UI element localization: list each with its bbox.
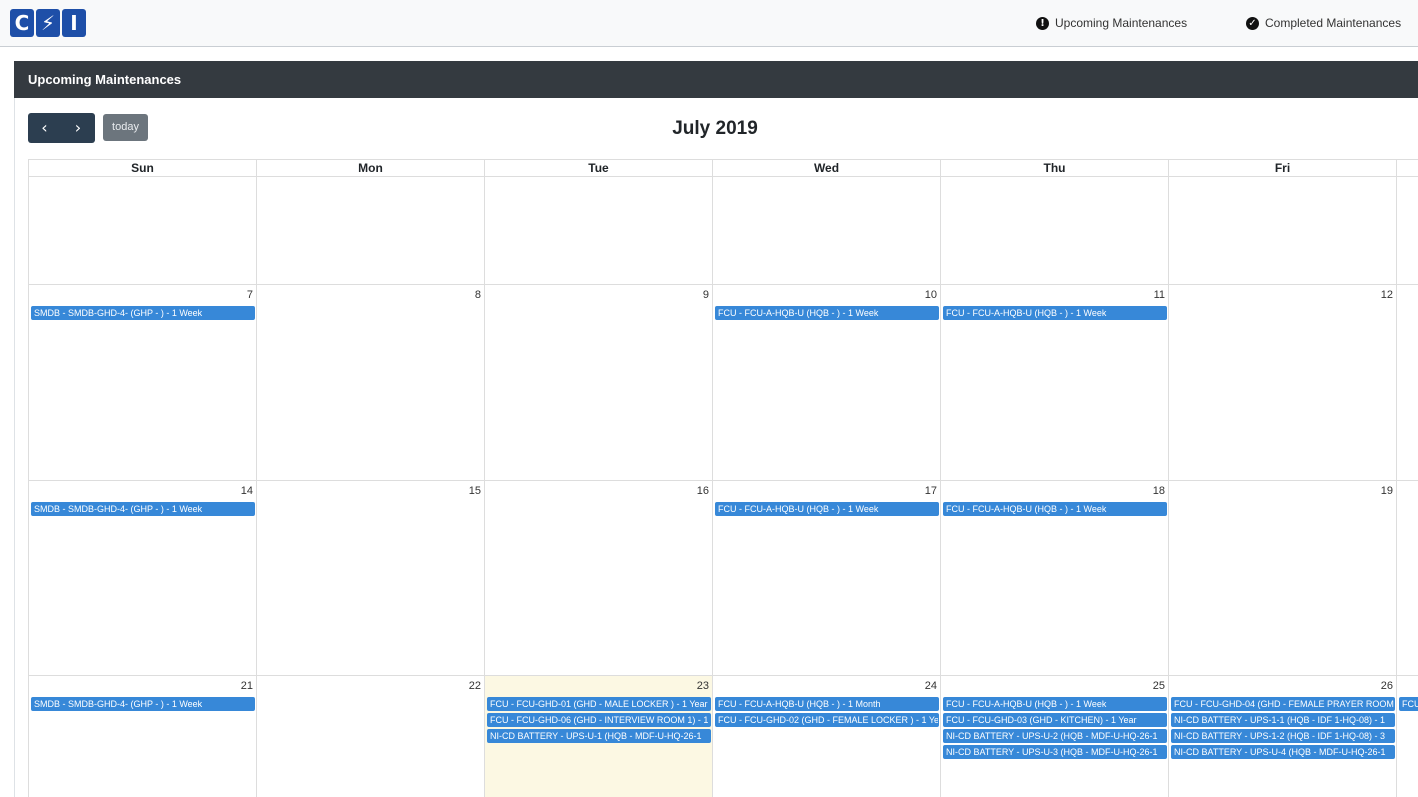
day-cell[interactable]	[28, 177, 256, 285]
day-number[interactable]: 8	[475, 289, 481, 301]
day-cell[interactable]: 15	[256, 481, 484, 676]
day-cell[interactable]: 26 FCU - FCU-GHD-04 (GHD - FEMALE PRAYER …	[1168, 676, 1396, 797]
calendar-title: July 2019	[672, 118, 758, 139]
panel-title: Upcoming Maintenances	[14, 61, 1418, 98]
app-logo[interactable]: C ⚡ I	[10, 9, 86, 39]
week-row: 14 SMDB - SMDB-GHD-4- (GHP - ) - 1 Week 15…	[28, 481, 1418, 676]
day-number[interactable]: 16	[697, 485, 709, 497]
day-cell[interactable]	[256, 177, 484, 285]
day-cell[interactable]: 24 FCU - FCU-A-HQB-U (HQB - ) - 1 Month FC…	[712, 676, 940, 797]
day-cell[interactable]	[1396, 285, 1418, 481]
day-number[interactable]: 19	[1381, 485, 1393, 497]
day-header-thu: Thu	[940, 159, 1168, 177]
exclamation-circle-icon: !	[1036, 16, 1049, 30]
day-number[interactable]: 12	[1381, 289, 1393, 301]
day-cell[interactable]: 19	[1168, 481, 1396, 676]
nav-completed-maintenances[interactable]: ✓ Completed Maintenances	[1246, 16, 1401, 30]
day-cell[interactable]: 11 FCU - FCU-A-HQB-U (HQB - ) - 1 Week	[940, 285, 1168, 481]
calendar-event[interactable]: SMDB - SMDB-GHD-4- (GHP - ) - 1 Week	[31, 502, 255, 516]
calendar-event[interactable]: FCU - FCU-A-HQB-U (HQB - ) - 1 Month	[715, 697, 939, 711]
calendar-event[interactable]: FCU - FCU-A-HQB-U (HQB - ) - 1 Week	[715, 502, 939, 516]
day-number[interactable]: 9	[703, 289, 709, 301]
day-number[interactable]: 7	[247, 289, 253, 301]
calendar-event[interactable]: SMDB - SMDB-GHD-4- (GHP - ) - 1 Week	[31, 306, 255, 320]
day-cell[interactable]: 14 SMDB - SMDB-GHD-4- (GHP - ) - 1 Week	[28, 481, 256, 676]
calendar-event[interactable]: FCU - FCU-GHD-03 (GHD - KITCHEN) - 1 Yea…	[943, 713, 1167, 727]
calendar-event[interactable]: FCU	[1399, 697, 1418, 711]
day-cell[interactable]: 17 FCU - FCU-A-HQB-U (HQB - ) - 1 Week	[712, 481, 940, 676]
calendar-event[interactable]: NI-CD BATTERY - UPS-U-4 (HQB - MDF-U-HQ-…	[1171, 745, 1395, 759]
day-number[interactable]: 22	[469, 680, 481, 692]
calendar-event[interactable]: NI-CD BATTERY - UPS-U-2 (HQB - MDF-U-HQ-…	[943, 729, 1167, 743]
week-row: 21 SMDB - SMDB-GHD-4- (GHP - ) - 1 Week 22…	[28, 676, 1418, 797]
day-number[interactable]: 10	[925, 289, 937, 301]
day-header-sun: Sun	[28, 159, 256, 177]
day-cell[interactable]	[1396, 177, 1418, 285]
day-number[interactable]: 15	[469, 485, 481, 497]
calendar-event[interactable]: NI-CD BATTERY - UPS-U-3 (HQB - MDF-U-HQ-…	[943, 745, 1167, 759]
week-row: 7 SMDB - SMDB-GHD-4- (GHP - ) - 1 Week 8 9 1…	[28, 285, 1418, 481]
day-header-tue: Tue	[484, 159, 712, 177]
day-number[interactable]: 21	[241, 680, 253, 692]
calendar-event[interactable]: FCU - FCU-A-HQB-U (HQB - ) - 1 Week	[715, 306, 939, 320]
day-number[interactable]: 11	[1154, 289, 1165, 301]
day-header-mon: Mon	[256, 159, 484, 177]
panel-border	[14, 98, 15, 797]
day-cell[interactable]: 22	[256, 676, 484, 797]
day-cell[interactable]	[712, 177, 940, 285]
day-number[interactable]: 26	[1381, 680, 1393, 692]
day-number[interactable]: 18	[1153, 485, 1165, 497]
day-cell[interactable]: 8	[256, 285, 484, 481]
calendar-event[interactable]: NI-CD BATTERY - UPS-1-1 (HQB - IDF 1-HQ-…	[1171, 713, 1395, 727]
day-cell[interactable]: 10 FCU - FCU-A-HQB-U (HQB - ) - 1 Week	[712, 285, 940, 481]
day-number[interactable]: 23	[697, 680, 709, 692]
day-cell[interactable]: 21 SMDB - SMDB-GHD-4- (GHP - ) - 1 Week	[28, 676, 256, 797]
day-header-row: Sun Mon Tue Wed Thu Fri	[28, 159, 1418, 177]
calendar-event[interactable]: FCU - FCU-GHD-01 (GHD - MALE LOCKER ) - …	[487, 697, 711, 711]
week-row	[28, 177, 1418, 285]
calendar-event[interactable]: SMDB - SMDB-GHD-4- (GHP - ) - 1 Week	[31, 697, 255, 711]
day-cell[interactable]	[1396, 481, 1418, 676]
day-header-wed: Wed	[712, 159, 940, 177]
calendar-event[interactable]: FCU - FCU-A-HQB-U (HQB - ) - 1 Week	[943, 502, 1167, 516]
day-cell[interactable]	[940, 177, 1168, 285]
calendar-event[interactable]: FCU - FCU-A-HQB-U (HQB - ) - 1 Week	[943, 306, 1167, 320]
calendar-event[interactable]: FCU - FCU-GHD-04 (GHD - FEMALE PRAYER RO…	[1171, 697, 1395, 711]
day-cell[interactable]: 18 FCU - FCU-A-HQB-U (HQB - ) - 1 Week	[940, 481, 1168, 676]
day-cell[interactable]: 25 FCU - FCU-A-HQB-U (HQB - ) - 1 Week FCU…	[940, 676, 1168, 797]
day-number[interactable]: 17	[925, 485, 937, 497]
day-number[interactable]: 14	[241, 485, 253, 497]
day-header-fri: Fri	[1168, 159, 1396, 177]
nav-link-label: Upcoming Maintenances	[1055, 16, 1188, 30]
month-calendar: Sun Mon Tue Wed Thu Fri 7 SMDB - SMDB-GHD-4- (…	[28, 159, 1418, 797]
day-number[interactable]: 25	[1153, 680, 1165, 692]
day-cell[interactable]: 7 SMDB - SMDB-GHD-4- (GHP - ) - 1 Week	[28, 285, 256, 481]
day-number[interactable]: 24	[925, 680, 937, 692]
nav-upcoming-maintenances[interactable]: ! Upcoming Maintenances	[1036, 16, 1187, 30]
calendar-event[interactable]: NI-CD BATTERY - UPS-1-2 (HQB - IDF 1-HQ-…	[1171, 729, 1395, 743]
day-cell[interactable]	[484, 177, 712, 285]
check-circle-icon: ✓	[1246, 16, 1259, 30]
day-cell[interactable]: 9	[484, 285, 712, 481]
calendar-event[interactable]: FCU - FCU-GHD-02 (GHD - FEMALE LOCKER ) …	[715, 713, 939, 727]
day-cell[interactable]: 16	[484, 481, 712, 676]
day-cell[interactable]: FCU	[1396, 676, 1418, 797]
calendar-event[interactable]: NI-CD BATTERY - UPS-U-1 (HQB - MDF-U-HQ-…	[487, 729, 711, 743]
logo-letter: I	[62, 9, 86, 37]
calendar-event[interactable]: FCU - FCU-A-HQB-U (HQB - ) - 1 Week	[943, 697, 1167, 711]
day-cell-today[interactable]: 23 FCU - FCU-GHD-01 (GHD - MALE LOCKER ) …	[484, 676, 712, 797]
day-header-blank	[1396, 159, 1418, 177]
logo-letter: ⚡	[36, 9, 60, 37]
day-cell[interactable]	[1168, 177, 1396, 285]
nav-link-label: Completed Maintenances	[1265, 16, 1402, 30]
top-navbar: C ⚡ I ! Upcoming Maintenances ✓ Complete…	[0, 0, 1418, 47]
logo-letter: C	[10, 9, 34, 37]
calendar-event[interactable]: FCU - FCU-GHD-06 (GHD - INTERVIEW ROOM 1…	[487, 713, 711, 727]
day-cell[interactable]: 12	[1168, 285, 1396, 481]
